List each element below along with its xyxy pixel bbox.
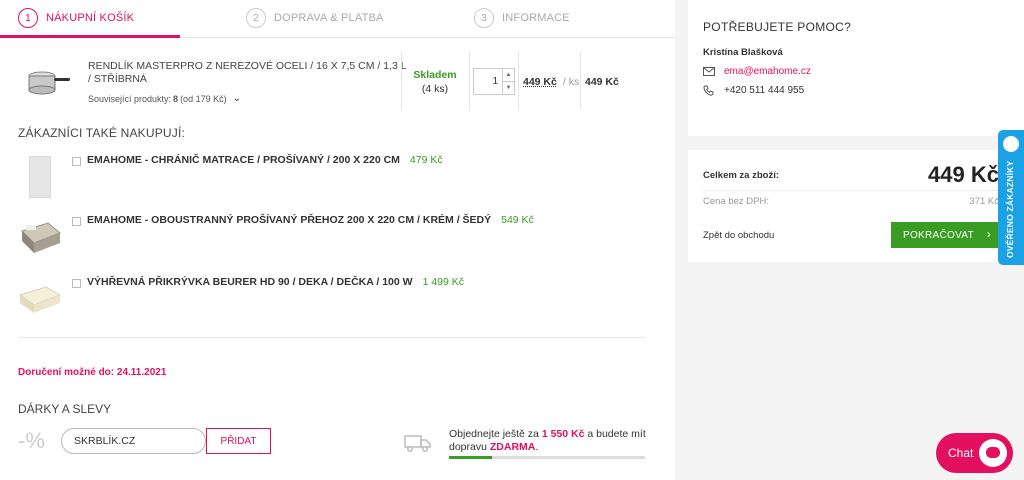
step-information[interactable]: 3 INFORMACE <box>474 8 570 28</box>
recommended-price: 549 Kč <box>501 214 534 226</box>
related-products-toggle[interactable]: Související produkty: 8 (od 179 Kč) ⌄ <box>88 93 241 104</box>
coupon-input[interactable]: SKRBLÍK.CZ <box>61 428 206 454</box>
continue-button[interactable]: POKRAČOVAT › <box>891 222 1001 248</box>
net-price-label: Cena bez DPH: <box>703 196 770 207</box>
chevron-right-icon: › <box>986 227 991 241</box>
unit-price-value: 449 Kč <box>523 76 557 88</box>
envelope-icon <box>703 67 717 76</box>
related-label: Související produkty: <box>88 93 172 104</box>
active-step-underline <box>0 35 180 38</box>
chat-label: Chat <box>948 446 974 460</box>
unit-price: 449 Kč / ks <box>523 76 579 88</box>
stock-status: Skladem <box>413 69 457 81</box>
recommended-name-text: VÝHŘEVNÁ PŘIKRÝVKA BEURER HD 90 / DEKA /… <box>87 276 413 288</box>
step-shipping-payment[interactable]: 2 DOPRAVA & PLATBA <box>246 8 384 28</box>
increase-icon[interactable]: ▲ <box>503 69 514 82</box>
phone-icon <box>703 85 717 96</box>
recommended-price: 479 Kč <box>409 154 443 166</box>
step-label: NÁKUPNÍ KOŠÍK <box>46 12 135 24</box>
help-title: POTŘEBUJETE POMOC? <box>703 20 852 34</box>
email-link[interactable]: ema@emahome.cz <box>724 66 811 77</box>
divider <box>18 337 646 338</box>
free-shipping-word: ZDARMA <box>489 441 536 453</box>
recommended-item: EMAHOME - OBOUSTRANNÝ PROŠÍVANÝ PŘEHOZ 2… <box>18 213 618 261</box>
free-shipping-amount: 1 550 Kč <box>541 428 585 440</box>
cart-item-row: RENDLÍK MASTERPRO Z NEREZOVÉ OCELI / 16 … <box>18 52 628 110</box>
recommended-name[interactable]: EMAHOME - OBOUSTRANNÝ PROŠÍVANÝ PŘEHOZ 2… <box>87 214 534 226</box>
related-from: (od 179 Kč) <box>180 93 227 104</box>
divider <box>518 52 519 110</box>
checkout-steps: 1 NÁKUPNÍ KOŠÍK 2 DOPRAVA & PLATBA 3 INF… <box>0 0 675 38</box>
recommended-price: 1 499 Kč <box>422 276 465 288</box>
recommended-item: EMAHOME - CHRÁNIČ MATRACE / PROŠÍVANÝ / … <box>18 153 618 201</box>
quantity-arrows: ▲ ▼ <box>502 69 514 94</box>
help-box: POTŘEBUJETE POMOC? Kristína Blašková ema… <box>688 0 1024 136</box>
order-summary: Celkem za zboží: 449 Kč Cena bez DPH: 37… <box>688 150 1024 262</box>
total-value: 449 Kč <box>928 162 999 187</box>
free-shipping-text: Objednejte ještě za <box>449 428 539 440</box>
recommended-name[interactable]: VÝHŘEVNÁ PŘIKRÝVKA BEURER HD 90 / DEKA /… <box>87 276 464 288</box>
step-number: 2 <box>246 8 266 28</box>
total-label: Celkem za zboží: <box>703 170 780 181</box>
badge-logo-icon <box>1003 136 1019 152</box>
product-image[interactable] <box>18 52 76 110</box>
step-cart[interactable]: 1 NÁKUPNÍ KOŠÍK <box>18 8 134 28</box>
product-image[interactable] <box>18 213 62 261</box>
decrease-icon[interactable]: ▼ <box>503 82 514 94</box>
product-name[interactable]: RENDLÍK MASTERPRO Z NEREZOVÉ OCELI / 16 … <box>88 60 408 86</box>
contact-phone[interactable]: +420 511 444 955 <box>703 85 804 96</box>
back-to-shop-link[interactable]: Zpět do obchodu <box>703 230 774 241</box>
verified-badge-label: OVĚŘENO ZÁKAZNÍKY <box>1005 160 1015 258</box>
contact-email[interactable]: ema@emahome.cz <box>703 66 811 77</box>
stock-info: Skladem (4 ks) <box>411 68 459 96</box>
free-shipping-info: Objednejte ještě za 1 550 Kč a budete mí… <box>449 428 649 454</box>
product-image[interactable] <box>18 275 62 323</box>
also-bought-title: ZÁKAZNÍCI TAKÉ NAKUPUJÍ: <box>18 126 186 140</box>
progress-fill <box>449 456 493 459</box>
net-price-value: 371 Kč <box>969 196 999 207</box>
recommended-name-text: EMAHOME - OBOUSTRANNÝ PROŠÍVANÝ PŘEHOZ 2… <box>87 214 492 226</box>
discount-percent-icon: -% <box>18 428 45 453</box>
recommended-item: VÝHŘEVNÁ PŘIKRÝVKA BEURER HD 90 / DEKA /… <box>18 275 618 323</box>
free-shipping-end: . <box>535 441 539 453</box>
quantity-stepper[interactable]: 1 ▲ ▼ <box>473 68 515 95</box>
phone-number: +420 511 444 955 <box>724 85 805 96</box>
chevron-down-icon: ⌄ <box>232 93 241 104</box>
divider <box>580 52 581 110</box>
free-shipping-progress <box>449 456 645 459</box>
quantity-input[interactable]: 1 <box>474 69 502 94</box>
gifts-title: DÁRKY A SLEVY <box>18 402 112 416</box>
step-number: 1 <box>18 8 38 28</box>
divider <box>401 52 402 110</box>
recommended-name-text: EMAHOME - CHRÁNIČ MATRACE / PROŠÍVANÝ / … <box>87 154 400 166</box>
add-checkbox[interactable] <box>72 279 81 288</box>
step-label: DOPRAVA & PLATBA <box>274 12 384 24</box>
recommended-name[interactable]: EMAHOME - CHRÁNIČ MATRACE / PROŠÍVANÝ / … <box>87 154 443 166</box>
cart-main-panel: 1 NÁKUPNÍ KOŠÍK 2 DOPRAVA & PLATBA 3 INF… <box>0 0 675 480</box>
continue-label: POKRAČOVAT <box>903 229 974 241</box>
add-checkbox[interactable] <box>72 157 81 166</box>
add-checkbox[interactable] <box>72 217 81 226</box>
step-number: 3 <box>474 8 494 28</box>
product-image[interactable] <box>18 153 62 201</box>
divider <box>469 52 470 110</box>
chat-button[interactable]: Chat <box>936 433 1013 473</box>
chat-bubble-icon <box>979 439 1007 467</box>
line-total: 449 Kč <box>585 76 619 88</box>
delivery-date: Doručení možné do: 24.11.2021 <box>18 367 167 378</box>
add-coupon-button[interactable]: PŘIDAT <box>206 428 271 454</box>
verified-by-customers-badge[interactable]: OVĚŘENO ZÁKAZNÍKY <box>998 130 1024 265</box>
truck-icon <box>404 434 432 455</box>
stock-count: (4 ks) <box>421 83 449 95</box>
per-unit: / ks <box>562 76 580 88</box>
related-count: 8 <box>173 93 179 104</box>
contact-name: Kristína Blašková <box>703 47 783 58</box>
step-label: INFORMACE <box>502 12 570 24</box>
divider <box>703 190 1014 191</box>
